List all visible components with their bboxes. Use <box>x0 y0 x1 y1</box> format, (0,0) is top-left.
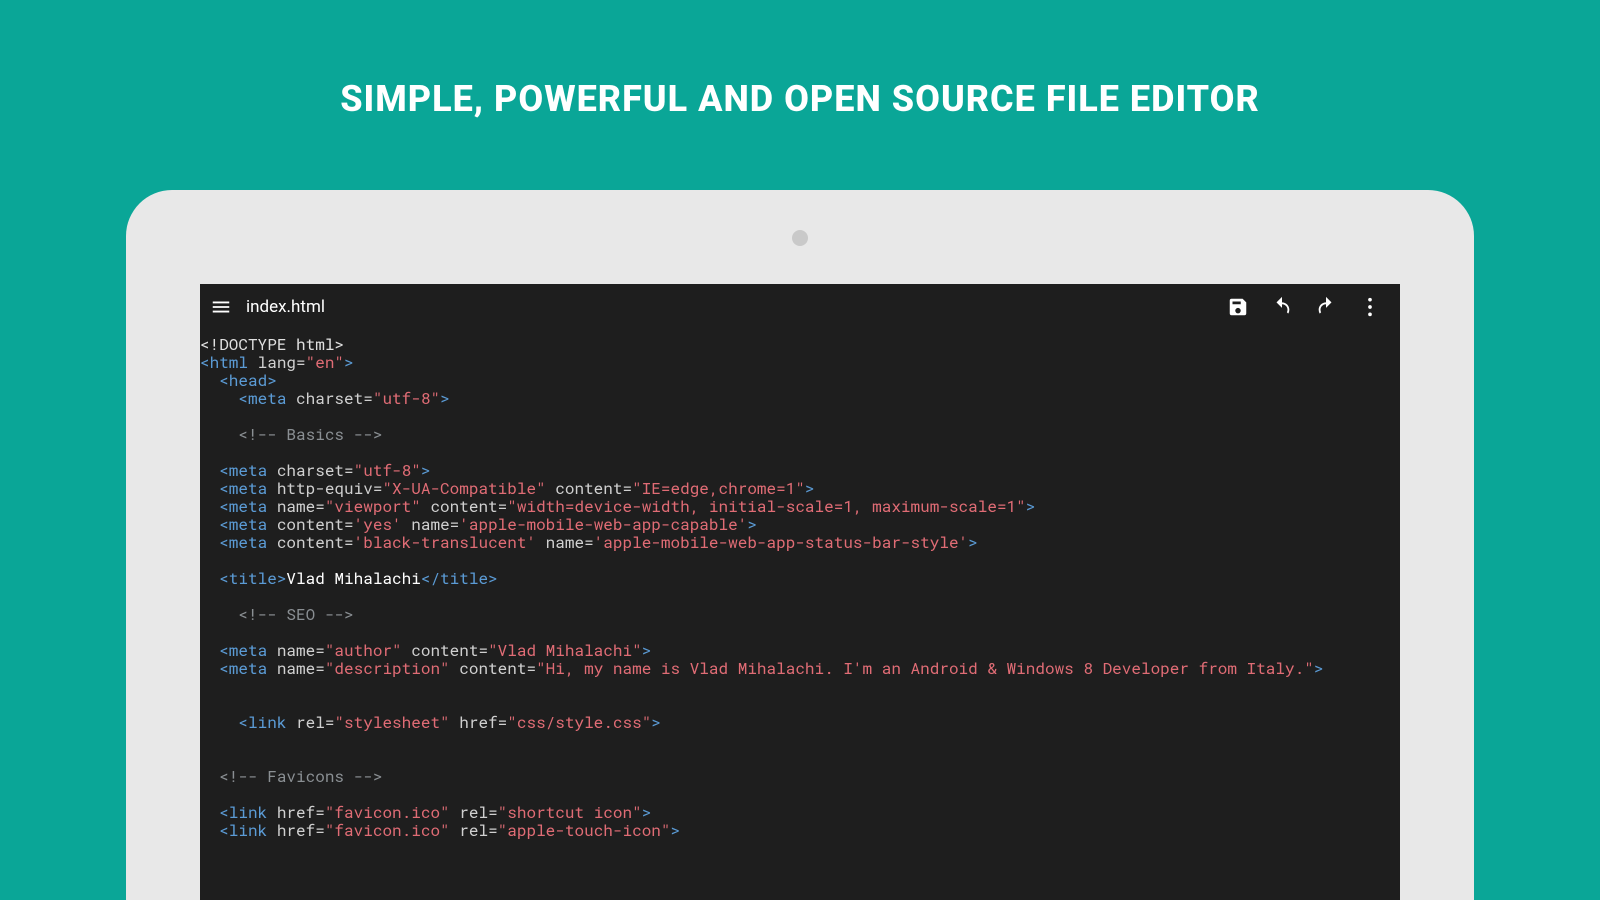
code-editor[interactable]: <!DOCTYPE html><html lang="en"> <head> <… <box>200 330 1400 840</box>
code-line[interactable] <box>200 678 1400 696</box>
tablet-camera-dot <box>792 230 808 246</box>
tablet-frame: index.html <!DOCTYPE html><html lang="en… <box>126 190 1474 900</box>
code-line[interactable] <box>200 732 1400 750</box>
code-line[interactable]: <link rel="stylesheet" href="css/style.c… <box>200 714 1400 732</box>
editor-screen: index.html <!DOCTYPE html><html lang="en… <box>200 284 1400 900</box>
hero-title: SIMPLE, POWERFUL AND OPEN SOURCE FILE ED… <box>0 0 1600 120</box>
redo-button[interactable] <box>1304 285 1348 329</box>
undo-button[interactable] <box>1260 285 1304 329</box>
code-line[interactable]: <!DOCTYPE html> <box>200 336 1400 354</box>
code-line[interactable]: <link href="favicon.ico" rel="apple-touc… <box>200 822 1400 840</box>
overflow-button[interactable] <box>1348 285 1392 329</box>
code-line[interactable] <box>200 588 1400 606</box>
code-line[interactable]: <meta name="description" content="Hi, my… <box>200 660 1400 678</box>
code-line[interactable]: <!-- SEO --> <box>200 606 1400 624</box>
editor-toolbar: index.html <box>200 284 1400 330</box>
code-line[interactable]: <meta charset="utf-8"> <box>200 390 1400 408</box>
code-line[interactable]: <meta content='black-translucent' name='… <box>200 534 1400 552</box>
code-line[interactable]: <!-- Basics --> <box>200 426 1400 444</box>
open-file-name: index.html <box>246 297 325 317</box>
code-line[interactable]: <title>Vlad Mihalachi</title> <box>200 570 1400 588</box>
code-line[interactable]: <!-- Favicons --> <box>200 768 1400 786</box>
code-line[interactable]: <html lang="en"> <box>200 354 1400 372</box>
menu-button[interactable] <box>208 285 234 329</box>
save-button[interactable] <box>1216 285 1260 329</box>
